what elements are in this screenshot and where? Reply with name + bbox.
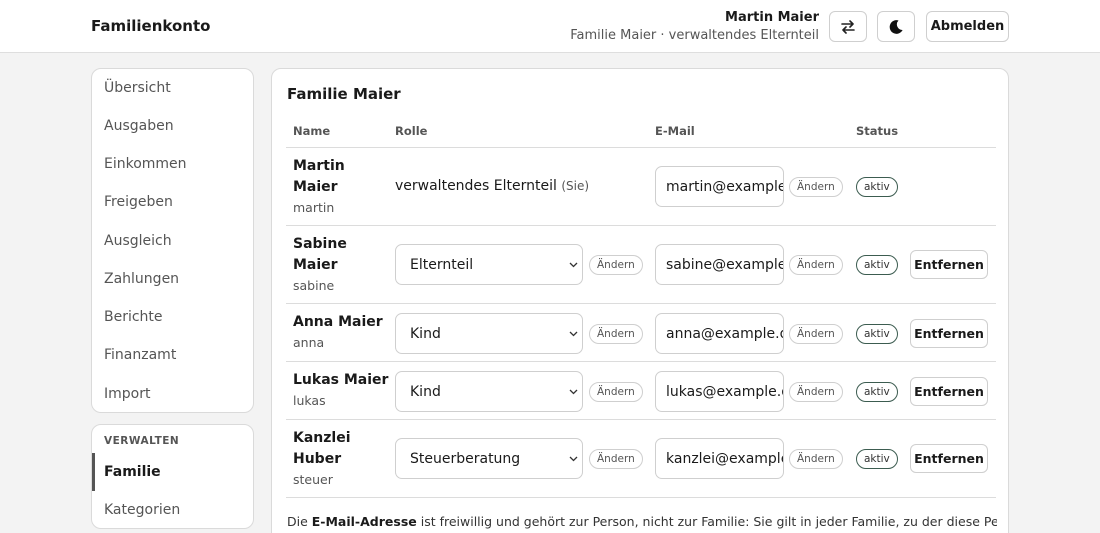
dark-mode-button[interactable]: [877, 11, 915, 42]
column-header-name: Name: [293, 124, 331, 138]
admin-heading: VERWALTEN: [104, 435, 180, 447]
change-email-button[interactable]: Ändern: [789, 177, 843, 197]
change-role-button[interactable]: Ändern: [589, 449, 643, 469]
member-name: Kanzlei Huber: [293, 430, 351, 467]
sidebar-admin: VERWALTEN Familie Kategorien: [91, 424, 254, 529]
email-input[interactable]: martin@example.de: [655, 166, 784, 207]
sidebar-nav: Übersicht Ausgaben Einkommen Freigeben A…: [91, 68, 254, 413]
member-username: steuer: [293, 472, 333, 487]
change-email-button[interactable]: Ändern: [789, 449, 843, 469]
sidebar-item-zahlungen[interactable]: Zahlungen: [104, 271, 179, 287]
logout-button[interactable]: Abmelden: [926, 11, 1009, 42]
page-title: Familie Maier: [287, 85, 401, 103]
status-badge: aktiv: [856, 382, 898, 402]
role-select[interactable]: Kind: [395, 313, 583, 354]
change-email-button[interactable]: Ändern: [789, 255, 843, 275]
change-role-button[interactable]: Ändern: [589, 255, 643, 275]
user-context: Familie Maier · verwaltendes Elternteil: [570, 28, 819, 43]
table-row: Martin Maier martin verwaltendes Elternt…: [272, 148, 1010, 225]
change-role-button[interactable]: Ändern: [589, 382, 643, 402]
user-name: Martin Maier: [725, 10, 819, 25]
chevron-down-icon: [569, 456, 578, 462]
member-name: Sabine Maier: [293, 236, 347, 273]
table-row: Sabine Maier sabine Elternteil Ändern sa…: [272, 226, 1010, 303]
remove-member-button[interactable]: Entfernen: [910, 250, 988, 279]
sidebar-item-berichte[interactable]: Berichte: [104, 309, 163, 325]
sidebar-item-import[interactable]: Import: [104, 386, 150, 402]
remove-member-button[interactable]: Entfernen: [910, 444, 988, 473]
sidebar-item-ausgleich[interactable]: Ausgleich: [104, 233, 172, 249]
change-email-button[interactable]: Ändern: [789, 382, 843, 402]
status-badge: aktiv: [856, 449, 898, 469]
column-header-status: Status: [856, 124, 899, 138]
role-select[interactable]: Steuerberatung: [395, 438, 583, 479]
sidebar-item-freigeben[interactable]: Freigeben: [104, 194, 173, 210]
column-header-role: Rolle: [395, 124, 428, 138]
email-input[interactable]: kanzlei@example.de: [655, 438, 784, 479]
column-header-email: E-Mail: [655, 124, 695, 138]
member-username: lukas: [293, 393, 326, 408]
email-input[interactable]: lukas@example.de: [655, 371, 784, 412]
family-panel: Familie Maier Name Rolle E-Mail Status M…: [271, 68, 1009, 533]
sidebar-item-finanzamt[interactable]: Finanzamt: [104, 347, 176, 363]
remove-member-button[interactable]: Entfernen: [910, 319, 988, 348]
member-name: Anna Maier: [293, 314, 383, 330]
table-row: Lukas Maier lukas Kind Ändern lukas@exam…: [272, 362, 1010, 419]
status-badge: aktiv: [856, 255, 898, 275]
member-name: Lukas Maier: [293, 372, 389, 388]
member-username: anna: [293, 335, 325, 350]
role-select[interactable]: Elternteil: [395, 244, 583, 285]
chevron-down-icon: [569, 262, 578, 268]
member-username: martin: [293, 200, 335, 215]
divider: [286, 497, 996, 498]
self-marker: (Sie): [561, 179, 590, 193]
sidebar-item-uebersicht[interactable]: Übersicht: [104, 80, 171, 96]
table-row: Kanzlei Huber steuer Steuerberatung Ände…: [272, 420, 1010, 497]
email-input[interactable]: sabine@example.de: [655, 244, 784, 285]
chevron-down-icon: [569, 389, 578, 395]
table-row: Anna Maier anna Kind Ändern anna@example…: [272, 304, 1010, 361]
swap-icon: [841, 19, 855, 34]
top-bar: Familienkonto Martin Maier Familie Maier…: [0, 0, 1100, 53]
member-username: sabine: [293, 278, 335, 293]
member-name: Martin Maier: [293, 158, 345, 195]
moon-icon: [889, 19, 903, 34]
status-badge: aktiv: [856, 177, 898, 197]
email-input[interactable]: anna@example.de: [655, 313, 784, 354]
user-info: Martin Maier Familie Maier · verwaltende…: [570, 9, 819, 45]
sidebar-item-familie[interactable]: Familie: [104, 464, 161, 480]
change-role-button[interactable]: Ändern: [589, 324, 643, 344]
remove-member-button[interactable]: Entfernen: [910, 377, 988, 406]
role-select[interactable]: Kind: [395, 371, 583, 412]
sidebar-item-kategorien[interactable]: Kategorien: [104, 502, 180, 518]
sidebar-item-einkommen[interactable]: Einkommen: [104, 156, 187, 172]
app-title: Familienkonto: [91, 17, 211, 35]
email-footnote: Die E-Mail-Adresse ist freiwillig und ge…: [287, 514, 997, 529]
sidebar-item-ausgaben[interactable]: Ausgaben: [104, 118, 174, 134]
active-indicator: [92, 453, 95, 491]
change-email-button[interactable]: Ändern: [789, 324, 843, 344]
chevron-down-icon: [569, 331, 578, 337]
status-badge: aktiv: [856, 324, 898, 344]
switch-family-button[interactable]: [829, 11, 867, 42]
member-role: verwaltendes Elternteil (Sie): [395, 178, 590, 194]
